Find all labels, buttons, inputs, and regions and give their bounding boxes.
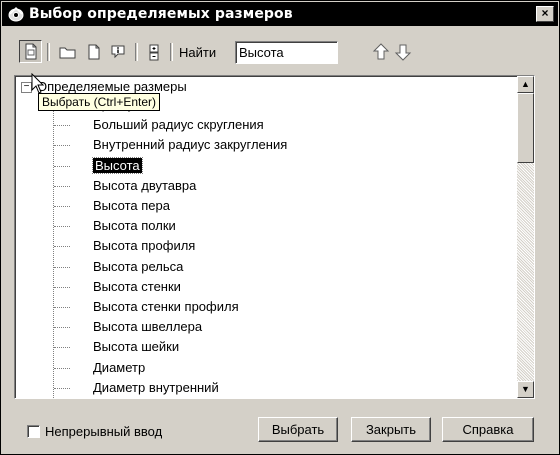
tree-item[interactable]: Высота [92, 157, 143, 175]
vertical-scrollbar[interactable]: ▲ ▼ [517, 76, 534, 398]
mouse-cursor-icon [31, 73, 45, 94]
tree-item[interactable]: Диаметр [93, 359, 145, 377]
dialog-window: Выбор определяемых размеров × Найти Высо… [0, 0, 560, 455]
info-button[interactable] [108, 41, 130, 63]
continuous-input-label: Непрерывный ввод [45, 424, 163, 439]
tree-item[interactable]: Высота стенки [93, 278, 181, 296]
tree-connector-line [54, 125, 70, 126]
tree-item-label: Диаметр внутренний [93, 380, 219, 395]
expand-collapse-icon [149, 44, 159, 61]
tree-item-label: Высота стенки [93, 279, 181, 294]
tree-item[interactable]: Высота рельса [93, 258, 183, 276]
toolbar: Найти [2, 27, 558, 73]
tree-connector-line [54, 307, 70, 308]
folder-icon [59, 47, 76, 59]
find-label: Найти [179, 45, 217, 60]
find-input[interactable] [235, 41, 338, 64]
tree-item-label: Высота пера [93, 198, 170, 213]
arrow-up-icon [372, 43, 390, 60]
info-icon [111, 45, 125, 59]
tree-item-label: Высота двутавра [93, 178, 197, 193]
tree-connector-line [54, 388, 70, 389]
tree-item-label: Высота швеллера [93, 319, 203, 334]
tree-connector-line [54, 226, 70, 227]
tree-item[interactable]: Внутренний радиус закругления [93, 136, 287, 154]
tree-item[interactable]: Высота шейки [93, 338, 179, 356]
app-icon [8, 6, 24, 22]
tree-connector-line [54, 186, 70, 187]
tree-viewport: − Определяемые размеры АртикулБольший ра… [15, 76, 517, 398]
select-document-icon [25, 43, 37, 60]
toolbar-separator [47, 43, 50, 61]
tree-item[interactable]: Высота пера [93, 197, 170, 215]
scroll-down-icon[interactable]: ▼ [517, 381, 534, 398]
tree-item[interactable]: Высота двутавра [93, 177, 196, 195]
find-previous-button[interactable] [371, 41, 391, 63]
document-icon [88, 44, 100, 60]
tree-connector-line [54, 347, 70, 348]
tree-connector-line [54, 267, 70, 268]
tree-connector-line [54, 287, 70, 288]
scrollbar-thumb[interactable] [517, 93, 534, 163]
tree-connector-line [54, 368, 70, 369]
close-button[interactable]: Закрыть [351, 417, 431, 442]
tree-connector-line [54, 145, 70, 146]
tree-connector-line [54, 166, 70, 167]
toolbar-separator [170, 43, 173, 61]
tree-item-label: Высота стенки профиля [93, 299, 239, 314]
arrow-down-icon [394, 44, 412, 61]
tree-item-label: Высота [92, 157, 143, 174]
find-next-button[interactable] [393, 41, 413, 63]
close-icon[interactable]: × [536, 6, 554, 22]
tree-item[interactable]: Высота швеллера [93, 318, 202, 336]
tree-item-label: Больший радиус скругления [93, 117, 264, 132]
tree-connector-line [54, 206, 70, 207]
dimensions-tree[interactable]: − Определяемые размеры АртикулБольший ра… [14, 75, 535, 399]
continuous-input-checkbox[interactable] [27, 425, 40, 438]
tree-item[interactable]: Больший радиус скругления [93, 116, 264, 134]
toolbar-separator [135, 43, 138, 61]
tree-connector-line [54, 246, 70, 247]
open-folder-button[interactable] [57, 41, 79, 63]
help-button[interactable]: Справка [442, 417, 534, 442]
title-bar: Выбор определяемых размеров × [2, 2, 558, 26]
select-tooltip: Выбрать (Ctrl+Enter) [38, 93, 161, 111]
tree-item-label: Диаметр [93, 360, 146, 375]
select-item-button[interactable] [19, 40, 42, 63]
tree-item-label: Высота шейки [93, 339, 180, 354]
select-button[interactable]: Выбрать [258, 417, 338, 442]
expand-collapse-button[interactable] [143, 41, 165, 63]
tree-item-label: Высота профиля [93, 238, 196, 253]
tree-item[interactable]: Высота полки [93, 217, 176, 235]
tree-item-label: Высота рельса [93, 259, 184, 274]
tree-item-label: Внутренний радиус закругления [93, 137, 288, 152]
tree-item[interactable]: Высота стенки профиля [93, 298, 239, 316]
tree-item-label: Высота полки [93, 218, 176, 233]
window-title: Выбор определяемых размеров [29, 6, 293, 22]
continuous-input-option[interactable]: Непрерывный ввод [27, 424, 162, 439]
tree-connector-line [54, 327, 70, 328]
new-document-button[interactable] [83, 41, 105, 63]
tree-item[interactable]: Высота профиля [93, 237, 195, 255]
tree-connector-line [53, 98, 54, 398]
scroll-up-icon[interactable]: ▲ [517, 76, 534, 93]
tree-item[interactable]: Диаметр внутренний [93, 379, 219, 397]
dialog-footer: Непрерывный ввод Выбрать Закрыть Справка [2, 406, 558, 446]
